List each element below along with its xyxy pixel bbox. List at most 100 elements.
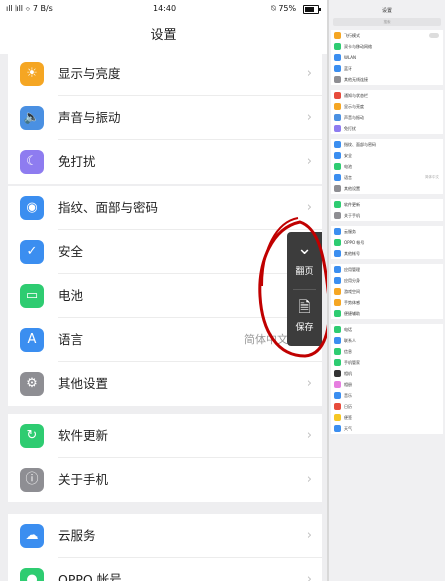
preview-row-label: 信息 [344, 349, 352, 354]
settings-group: ↻ 软件更新 › ⓘ 关于手机 › [8, 414, 322, 502]
preview-row-icon [334, 76, 341, 83]
preview-row-label: 免打扰 [344, 126, 356, 131]
preview-row: OPPO 帐号 [331, 237, 443, 248]
settings-row[interactable]: ☀ 显示与亮度 › [8, 52, 322, 96]
preview-row: 关于手机 [331, 210, 443, 221]
settings-row-label: 其他设置 [58, 376, 109, 391]
preview-row-icon [334, 163, 341, 170]
preview-toggle [429, 33, 439, 38]
preview-row-icon [334, 54, 341, 61]
preview-row-icon [334, 228, 341, 235]
preview-row: 其他设置 [331, 183, 443, 194]
preview-row-icon [334, 43, 341, 50]
settings-row-label: 云服务 [58, 528, 96, 543]
preview-row-label: 通知与状态栏 [344, 93, 368, 98]
preview-group: 通知与状态栏 显示与亮度声音与振动免打扰 [331, 90, 443, 134]
chevron-right-icon: › [306, 428, 312, 443]
preview-row-label: WLAN [344, 55, 357, 60]
battery-icon [303, 5, 321, 14]
preview-row-label: 音乐 [344, 393, 352, 398]
settings-group: ◉指纹、面部与密码›✓安全›▭电池›A语言简体中文›⚙其他设置› [8, 186, 322, 406]
settings-row-label: 指纹、面部与密码 [58, 200, 159, 215]
preview-group: 飞行模式 双卡与移动网络 WLAN 蓝牙其他无线连接 [331, 30, 443, 85]
preview-row-value: 简体中文 [425, 175, 439, 179]
preview-row-icon [334, 414, 341, 421]
preview-row: 双卡与移动网络 [331, 41, 443, 52]
settings-row-label: 声音与振动 [58, 110, 121, 125]
preview-row: 应用管理 [331, 264, 443, 275]
settings-row-label: 电池 [58, 288, 84, 303]
preview-row: 免打扰 [331, 123, 443, 134]
preview-row: 手势体感 [331, 297, 443, 308]
preview-row-icon [334, 299, 341, 306]
page-scroll-label: 翻页 [295, 267, 314, 277]
battery-percent: ⍉ 75% [271, 4, 297, 13]
preview-row: 便捷辅助 [331, 308, 443, 319]
preview-row-icon [334, 239, 341, 246]
settings-row-label: 软件更新 [58, 428, 109, 443]
preview-row-label: 应用管理 [344, 267, 360, 272]
preview-row-label: 手势体感 [344, 300, 360, 305]
preview-row-label: 电话 [344, 327, 352, 332]
settings-row[interactable]: ⓘ 关于手机 › [8, 458, 322, 502]
settings-row[interactable]: ✓安全› [8, 230, 322, 274]
speaker-icon: 🔈 [20, 106, 44, 130]
preview-row: 显示与亮度 [331, 101, 443, 112]
preview-row: 应用分身 [331, 275, 443, 286]
preview-row-icon [334, 125, 341, 132]
page-scroll-button[interactable]: ⌄ 翻页 [287, 238, 322, 278]
settings-row-value: 简体中文 [244, 333, 288, 346]
settings-row[interactable]: ↻ 软件更新 › [8, 414, 322, 458]
chevron-right-icon: › [306, 66, 312, 81]
preview-row: 其他帐号 [331, 248, 443, 259]
settings-row[interactable]: ⚙ 其他设置 › [8, 362, 322, 406]
save-icon: 🗎 [298, 298, 311, 316]
preview-row-icon [334, 103, 341, 110]
settings-row[interactable]: A语言简体中文› [8, 318, 322, 362]
preview-row-icon [334, 359, 341, 366]
preview-row-icon [334, 185, 341, 192]
preview-row: 手机管家 [331, 357, 443, 368]
preview-row: 信息 [331, 346, 443, 357]
preview-row: 声音与振动 [331, 112, 443, 123]
preview-row: 相册 [331, 379, 443, 390]
chevron-right-icon: › [306, 154, 312, 169]
settings-row[interactable]: ◉ 指纹、面部与密码 › [8, 186, 322, 230]
preview-row-icon [334, 141, 341, 148]
preview-row-label: 日历 [344, 404, 352, 409]
preview-row-label: 云服务 [344, 229, 356, 234]
battery-icon: ▭ [20, 284, 44, 308]
preview-search-field: 搜索 [333, 18, 441, 26]
preview-group: 云服务 OPPO 帐号 其他帐号 [331, 226, 443, 259]
preview-row-label: 关于手机 [344, 213, 360, 218]
preview-row-label: 其他无线连接 [344, 77, 368, 82]
preview-row: 飞行模式 [331, 30, 443, 41]
chevron-right-icon: › [306, 528, 312, 543]
chevron-down-icon: ⌄ [296, 238, 313, 259]
preview-row: 安全 [331, 150, 443, 161]
preview-row-icon [334, 348, 341, 355]
preview-row-label: 相册 [344, 382, 352, 387]
preview-row-label: 指纹、面部与密码 [344, 142, 376, 147]
settings-row[interactable]: ☾ 免打扰 › [8, 140, 322, 184]
settings-row[interactable]: ● OPPO 帐号 › [8, 558, 322, 581]
chevron-right-icon: › [306, 472, 312, 487]
fingerprint-icon: ◉ [20, 196, 44, 220]
save-button[interactable]: 🗎 保存 [287, 298, 322, 333]
language-icon: A [20, 328, 44, 352]
status-time: 14:40 [153, 4, 177, 13]
chevron-right-icon: › [306, 110, 312, 125]
preview-row-icon [334, 114, 341, 121]
preview-row-icon [334, 201, 341, 208]
settings-row[interactable]: ☁ 云服务 › [8, 514, 322, 558]
preview-row-icon [334, 92, 341, 99]
preview-row-label: 显示与亮度 [344, 104, 364, 109]
preview-row-icon [334, 425, 341, 432]
page-title: 设置 [0, 18, 327, 54]
preview-row-label: 蓝牙 [344, 66, 352, 71]
preview-row-icon [334, 174, 341, 181]
preview-row-icon [334, 337, 341, 344]
preview-row-label: 语言 [344, 175, 352, 180]
settings-row[interactable]: 🔈 声音与振动 › [8, 96, 322, 140]
settings-row[interactable]: ▭电池› [8, 274, 322, 318]
